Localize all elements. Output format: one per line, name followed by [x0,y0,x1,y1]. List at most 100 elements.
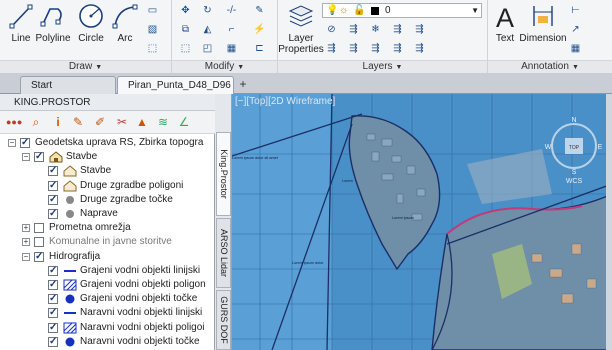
explode-icon[interactable]: ⚡ [252,23,267,36]
profile-icon[interactable]: ▲ [134,115,150,130]
tree-row[interactable]: Naravni vodni objekti točke [0,335,215,349]
layer-unlock-icon[interactable]: ⇶ [390,42,405,55]
tree-row[interactable]: + Komunalne in javne storitve [0,235,215,249]
layer-visibility-checkbox[interactable] [48,207,58,221]
tree-expander-icon[interactable]: − [22,153,30,162]
layer-unisolate-icon[interactable]: ⇶ [346,42,361,55]
layer-visibility-checkbox[interactable] [48,164,58,178]
search-icon[interactable]: ⌕ [28,115,44,130]
tree-expander-icon[interactable]: − [8,139,16,147]
layer-visibility-checkbox[interactable] [48,292,58,306]
draw-panel-title[interactable]: Draw ▼ [0,60,171,73]
linear-dimension-icon[interactable]: ⊢ [568,4,583,17]
stretch-icon[interactable]: ⬚ [178,42,193,55]
tree-row[interactable]: Druge zgradbe točke [0,193,215,207]
tree-row[interactable]: Naravni vodni objekti linijski [0,306,215,320]
polyline-tool-button[interactable]: Polyline [35,2,71,44]
tree-expander-icon[interactable]: − [22,252,30,261]
signal-icon[interactable]: ≋ [155,115,171,130]
new-tab-plus-icon[interactable]: + [236,78,250,92]
erase-icon[interactable]: ✎ [252,4,267,17]
modify-panel-title[interactable]: Modify ▼ [172,60,277,73]
tree-row[interactable]: − Hidrografija [0,250,215,264]
array-icon[interactable]: ▦ [224,42,239,55]
layer-on-icon[interactable]: ⇶ [324,42,339,55]
tree-expander-icon[interactable]: + [22,224,30,233]
layer-properties-button[interactable]: Layer Properties [278,2,324,55]
layer-match-icon[interactable]: ⇶ [412,23,427,36]
tree-row[interactable]: Naravni vodni objekti poligoi [0,321,215,335]
tab-start[interactable]: Start [20,76,116,94]
layer-lock-icon[interactable]: ⇶ [390,23,405,36]
fillet-icon[interactable]: ⌐ [224,23,239,36]
annotation-panel-title[interactable]: Annotation ▼ [488,60,612,73]
layer-visibility-checkbox[interactable] [48,335,58,349]
tree-expander-icon[interactable]: + [22,238,30,247]
angle-icon[interactable]: ∠ [176,115,192,130]
mirror-icon[interactable]: ◭ [200,23,215,36]
vertical-scrollbar[interactable] [606,94,612,350]
scale-icon[interactable]: ◰ [200,42,215,55]
modify-panel: ✥ ↻ -/- ✎ ⧉ ◭ ⌐ ⚡ ⬚ ◰ ▦ ⊏ Modify ▼ [172,0,278,73]
viewcube-compass[interactable]: TOP N S W E WCS [544,114,604,184]
tree-row[interactable]: − Stavbe [0,150,215,164]
measure-icon[interactable]: ✂ [114,115,130,130]
layer-legend-symbol [65,337,75,347]
layer-walk-icon[interactable]: ⇶ [412,42,427,55]
table-icon[interactable]: ▦ [568,42,583,55]
layers-panel-title[interactable]: Layers ▼ [278,60,487,73]
layer-visibility-checkbox[interactable] [20,136,30,150]
layer-off-icon[interactable]: ⊘ [324,23,339,36]
layer-visibility-checkbox[interactable] [48,306,58,320]
region-tool-button[interactable]: ⬚ [145,42,160,55]
layer-visibility-checkbox[interactable] [48,179,58,193]
leader-icon[interactable]: ↗ [568,23,583,36]
modify-title: Modify [204,61,235,72]
viewport-controls-label[interactable]: [−][Top][2D Wireframe] [235,96,335,107]
ruler-icon[interactable]: ✐ [92,115,108,130]
dots-icon[interactable]: ●●● [6,115,22,130]
tree-row[interactable]: Grajeni vodni objekti poligon [0,278,215,292]
layer-visibility-checkbox[interactable] [48,278,58,292]
trim-icon[interactable]: -/- [224,4,239,17]
current-layer-dropdown[interactable]: 💡 ☼ 🔓 0 ▼ [322,3,482,18]
layer-visibility-checkbox[interactable] [48,264,58,278]
layer-thaw-icon[interactable]: ⇶ [368,42,383,55]
tree-row[interactable]: − Geodetska uprava RS, Zbirka topogra [0,136,215,150]
layer-isolate-icon[interactable]: ⇶ [346,23,361,36]
circle-tool-button[interactable]: Circle [76,2,106,44]
rotate-icon[interactable]: ↻ [200,4,215,17]
side-tab-gurs-dof[interactable]: GURS DOF [216,290,231,350]
line-tool-button[interactable]: Line [6,2,36,44]
pencil-icon[interactable]: ✎ [70,115,86,130]
layer-visibility-checkbox[interactable] [34,223,44,234]
side-tab-strip: King.Prostor ARSO Lidar GURS DOF [215,94,232,350]
layer-visibility-checkbox[interactable] [34,150,44,164]
tree-row[interactable]: Naprave [0,207,215,221]
tree-row[interactable]: Druge zgradbe poligoni [0,179,215,193]
side-tab-king-prostor[interactable]: King.Prostor [216,132,231,216]
arc-tool-button[interactable]: Arc [110,2,140,44]
move-icon[interactable]: ✥ [178,4,193,17]
rectangle-tool-button[interactable]: ▭ [145,4,160,17]
side-tab-arso-lidar[interactable]: ARSO Lidar [216,218,231,288]
copy-icon[interactable]: ⧉ [178,23,193,36]
tree-row[interactable]: Stavbe [0,164,215,178]
layers-title: Layers [362,61,393,72]
layer-freeze-icon[interactable]: ❄ [368,23,383,36]
tree-row[interactable]: Grajeni vodni objekti linijski [0,264,215,278]
tree-row[interactable]: + Prometna omrežja [0,221,215,235]
dimension-tool-button[interactable]: Dimension [519,2,567,44]
layer-visibility-checkbox[interactable] [34,237,44,248]
offset-icon[interactable]: ⊏ [252,42,267,55]
hatch-tool-button[interactable]: ▧ [145,23,160,36]
drawing-canvas[interactable]: Lorem ipsum dolor sit amet Lorem ipsum d… [232,94,612,350]
info-icon[interactable]: i [50,115,66,130]
tab-drawing[interactable]: Piran_Punta_D48_D96 [117,76,234,94]
layer-visibility-checkbox[interactable] [34,250,44,264]
text-tool-button[interactable]: A Text [490,2,520,44]
layer-visibility-checkbox[interactable] [48,321,58,335]
layer-visibility-checkbox[interactable] [48,193,58,207]
tree-row[interactable]: Grajeni vodni objekti točke [0,292,215,306]
svg-text:Lorem ipsum: Lorem ipsum [392,216,414,220]
